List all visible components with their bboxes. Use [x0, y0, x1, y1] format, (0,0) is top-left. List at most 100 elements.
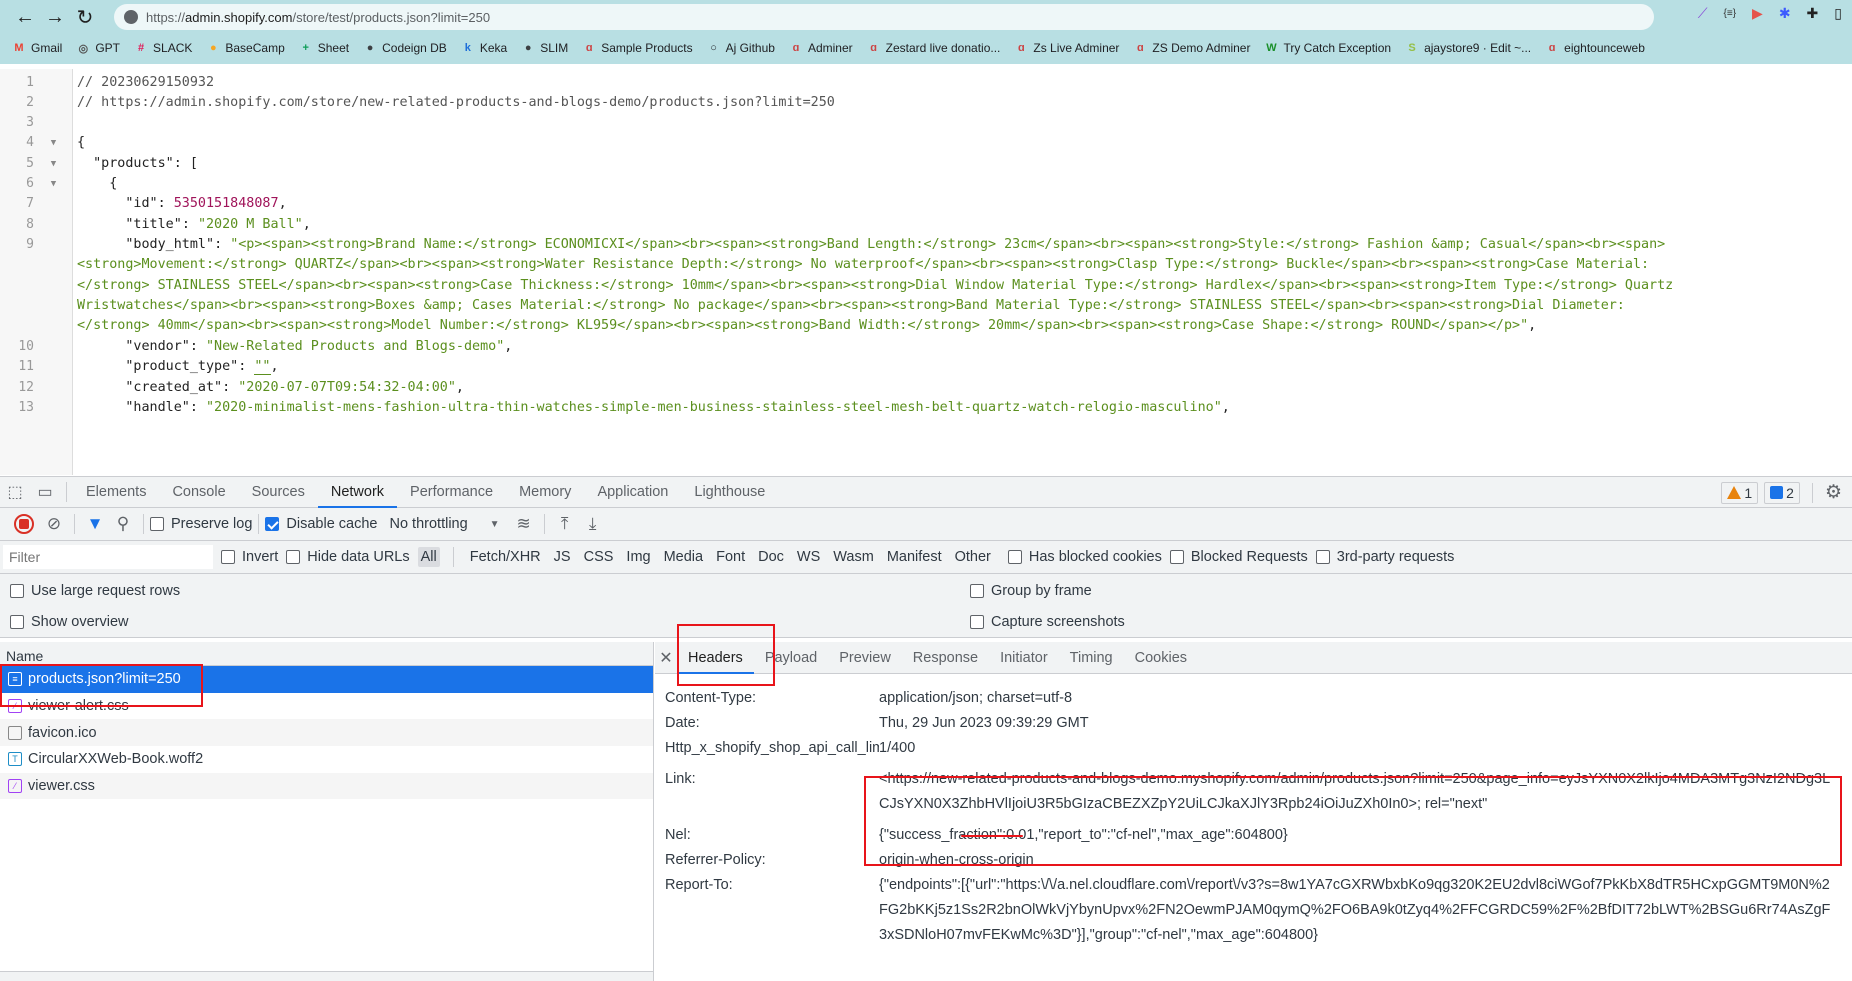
address-bar[interactable]: https://admin.shopify.com/store/test/pro…: [114, 4, 1654, 30]
bookmark-item[interactable]: ● SLIM: [521, 41, 568, 55]
export-har-icon[interactable]: ⤓: [579, 514, 607, 534]
type-filter-fetch-xhr[interactable]: Fetch/XHR: [467, 547, 544, 567]
tab-network[interactable]: Network: [317, 477, 398, 508]
capture-screenshots-checkbox[interactable]: Capture screenshots: [970, 614, 1125, 630]
throttling-select[interactable]: No throttling ▼: [389, 516, 499, 532]
bookmark-item[interactable]: ɑ Adminer: [789, 41, 853, 55]
type-filter-ws[interactable]: WS: [794, 547, 823, 567]
type-filter-media[interactable]: Media: [661, 547, 707, 567]
checkbox-box[interactable]: [286, 550, 301, 564]
checkbox-box[interactable]: [265, 517, 280, 531]
request-row[interactable]: ⁄ viewer-alert.css: [0, 692, 653, 720]
bookmark-item[interactable]: ɑ eightounceweb: [1545, 41, 1645, 55]
tab-console[interactable]: Console: [159, 477, 238, 508]
bookmark-item[interactable]: # SLACK: [134, 41, 192, 55]
detail-tab-preview[interactable]: Preview: [828, 642, 902, 674]
messages-badge[interactable]: 2: [1764, 481, 1800, 504]
device-toolbar-icon[interactable]: ▭: [30, 482, 60, 502]
reload-button[interactable]: ↻: [70, 2, 100, 32]
puzzle-icon[interactable]: ✚: [1807, 5, 1819, 22]
type-filter-js[interactable]: JS: [551, 547, 574, 567]
checkbox-box[interactable]: [1169, 550, 1184, 564]
json-extension-icon[interactable]: {≡}: [1724, 8, 1737, 19]
preserve-log-checkbox[interactable]: Preserve log: [150, 516, 252, 532]
record-extension-icon[interactable]: ▶: [1752, 5, 1763, 22]
type-filter-all[interactable]: All: [417, 547, 440, 567]
bookmark-item[interactable]: Sajaystore9 · Edit ~...: [1405, 41, 1531, 55]
detail-tab-cookies[interactable]: Cookies: [1124, 642, 1198, 674]
record-button[interactable]: [14, 514, 34, 534]
request-row[interactable]: ≡ products.json?limit=250: [0, 666, 653, 693]
detail-tab-payload[interactable]: Payload: [754, 642, 828, 674]
checkbox-box[interactable]: [10, 615, 24, 629]
bookmark-item[interactable]: ● BaseCamp: [206, 41, 285, 55]
header-value[interactable]: Thu, 29 Jun 2023 09:39:29 GMT: [879, 711, 1852, 736]
tab-performance[interactable]: Performance: [397, 477, 506, 508]
checkbox-box[interactable]: [150, 517, 164, 531]
network-conditions-icon[interactable]: ≋: [510, 514, 538, 534]
request-row[interactable]: favicon.ico: [0, 719, 653, 747]
header-value[interactable]: 1/400: [879, 736, 1852, 761]
invert-checkbox[interactable]: Invert: [221, 549, 278, 565]
filter-input[interactable]: [3, 545, 213, 569]
tab-sources[interactable]: Sources: [239, 477, 318, 508]
detail-tab-headers[interactable]: Headers: [677, 642, 754, 674]
bookmark-item[interactable]: + Sheet: [299, 41, 350, 55]
tab-elements[interactable]: Elements: [73, 477, 159, 508]
hide-data-urls-checkbox[interactable]: Hide data URLs: [286, 549, 410, 565]
checkbox-box[interactable]: [970, 584, 984, 598]
feather-extension-icon[interactable]: ⟋: [1698, 5, 1708, 22]
warnings-badge[interactable]: 1: [1721, 481, 1759, 504]
request-row[interactable]: T CircularXXWeb-Book.woff2: [0, 746, 653, 773]
close-detail-icon[interactable]: ✕: [655, 648, 677, 668]
has-blocked-cookies-checkbox[interactable]: Has blocked cookies: [1007, 549, 1162, 565]
checkbox-box[interactable]: [10, 584, 24, 598]
tab-memory[interactable]: Memory: [506, 477, 584, 508]
type-filter-css[interactable]: CSS: [581, 547, 617, 567]
back-button[interactable]: ←: [10, 2, 40, 32]
request-row[interactable]: ⁄ viewer.css: [0, 772, 653, 800]
tab-application[interactable]: Application: [584, 477, 681, 508]
bookmark-item[interactable]: k Keka: [461, 41, 507, 55]
search-icon[interactable]: ⚲: [109, 514, 137, 534]
clear-icon[interactable]: ⊘: [40, 514, 68, 534]
bookmark-item[interactable]: W Try Catch Exception: [1264, 41, 1391, 55]
checkbox-box[interactable]: [970, 615, 984, 629]
checkbox-box[interactable]: [1315, 550, 1330, 564]
gear-extension-icon[interactable]: ✱: [1779, 5, 1791, 22]
checkbox-box[interactable]: [1007, 550, 1022, 564]
import-har-icon[interactable]: ⤒: [551, 514, 579, 534]
filter-icon[interactable]: ▼: [81, 514, 109, 534]
header-value[interactable]: <https://new-related-products-and-blogs-…: [879, 767, 1852, 817]
blocked-requests-checkbox[interactable]: Blocked Requests: [1169, 549, 1308, 565]
checkbox-box[interactable]: [221, 550, 235, 564]
header-value[interactable]: application/json; charset=utf-8: [879, 686, 1852, 711]
inspect-element-icon[interactable]: ⬚: [0, 482, 30, 502]
sidepanel-icon[interactable]: ▯: [1834, 5, 1842, 22]
type-filter-manifest[interactable]: Manifest: [884, 547, 945, 567]
bookmark-item[interactable]: ɑ Zestard live donatio...: [867, 41, 1000, 55]
name-column-header[interactable]: Name: [0, 642, 653, 666]
bookmark-item[interactable]: ɑ ZS Demo Adminer: [1133, 41, 1250, 55]
forward-button[interactable]: →: [40, 2, 70, 32]
large-rows-checkbox[interactable]: Use large request rows: [10, 583, 180, 599]
type-filter-other[interactable]: Other: [952, 547, 994, 567]
header-value[interactable]: {"success_fraction":0.01,"report_to":"cf…: [879, 823, 1852, 848]
bookmark-item[interactable]: M Gmail: [12, 41, 62, 55]
header-value[interactable]: {"endpoints":[{"url":"https:\/\/a.nel.cl…: [879, 873, 1852, 948]
third-party-checkbox[interactable]: 3rd-party requests: [1315, 549, 1454, 565]
show-overview-checkbox[interactable]: Show overview: [10, 614, 129, 630]
detail-tab-response[interactable]: Response: [902, 642, 989, 674]
bookmark-item[interactable]: ɑ Sample Products: [582, 41, 693, 55]
header-value[interactable]: origin-when-cross-origin: [879, 848, 1852, 873]
disable-cache-checkbox[interactable]: Disable cache: [265, 516, 377, 532]
type-filter-doc[interactable]: Doc: [755, 547, 787, 567]
bookmark-item[interactable]: ɑ Zs Live Adminer: [1014, 41, 1119, 55]
detail-tab-initiator[interactable]: Initiator: [989, 642, 1059, 674]
type-filter-wasm[interactable]: Wasm: [830, 547, 877, 567]
bookmark-item[interactable]: ◎ GPT: [76, 41, 120, 55]
group-by-frame-checkbox[interactable]: Group by frame: [970, 583, 1092, 599]
bookmark-item[interactable]: ○ Aj Github: [707, 41, 775, 55]
detail-tab-timing[interactable]: Timing: [1059, 642, 1124, 674]
type-filter-font[interactable]: Font: [713, 547, 748, 567]
